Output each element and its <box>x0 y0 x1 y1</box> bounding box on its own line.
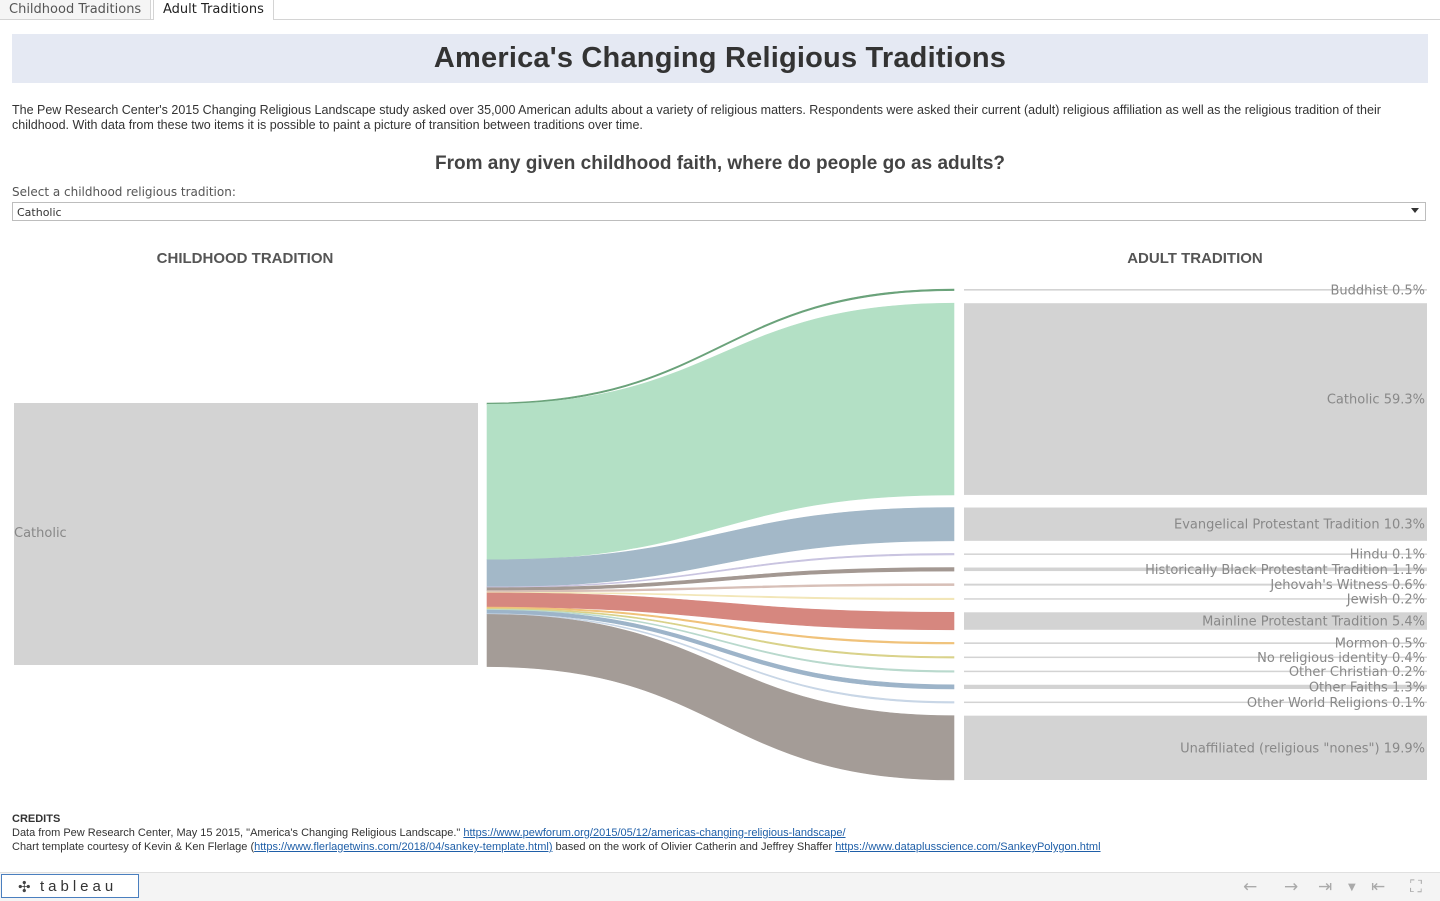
tab-childhood-traditions[interactable]: Childhood Traditions <box>0 0 152 19</box>
select-label: Select a childhood religious tradition: <box>12 185 236 199</box>
tableau-logo[interactable]: ✣ tableau <box>1 874 139 898</box>
target-label: Other Faiths 1.3% <box>1309 680 1425 695</box>
revert-icon[interactable]: ⇥ <box>1318 877 1332 897</box>
childhood-tradition-dropdown[interactable]: Catholic <box>12 202 1426 221</box>
flow-band[interactable] <box>486 614 955 781</box>
target-label: Mormon 0.5% <box>1335 637 1425 652</box>
page-title: America's Changing Religious Traditions <box>433 42 1007 74</box>
pew-link[interactable]: https://www.pewforum.org/2015/05/12/amer… <box>463 827 845 839</box>
credits-text-2b: based on the work of Olivier Catherin an… <box>552 841 836 853</box>
chevron-down-icon[interactable] <box>1411 208 1419 213</box>
credits-line-2: Chart template courtesy of Kevin & Ken F… <box>12 840 1101 854</box>
target-label: Buddhist 0.5% <box>1330 283 1425 298</box>
target-label: Jewish 0.2% <box>1346 592 1425 607</box>
redo-icon[interactable]: → <box>1284 877 1298 897</box>
target-label: Jehovah's Witness 0.6% <box>1269 578 1425 593</box>
tableau-wordmark: tableau <box>40 878 118 895</box>
right-header: ADULT TRADITION <box>1127 250 1263 267</box>
tableau-cross-icon: ✣ <box>18 879 31 896</box>
credits-line-1: Data from Pew Research Center, May 15 20… <box>12 826 1101 840</box>
tab-bar: Childhood Traditions Adult Traditions <box>0 0 1440 20</box>
target-label: Unaffiliated (religious "nones") 19.9% <box>1180 741 1425 756</box>
credits-text-1: Data from Pew Research Center, May 15 20… <box>12 827 464 839</box>
undo-icon[interactable]: ← <box>1243 877 1257 897</box>
footer-toolbar: ✣ tableau ← → ⇥ ▼ ⇤ ⛶ <box>0 872 1440 901</box>
credits: CREDITS Data from Pew Research Center, M… <box>12 812 1101 854</box>
tab-adult-traditions[interactable]: Adult Traditions <box>153 0 274 20</box>
intro-text: The Pew Research Center's 2015 Changing … <box>12 103 1381 132</box>
credits-text-2a: Chart template courtesy of Kevin & Ken F… <box>12 841 255 853</box>
target-label: Catholic 59.3% <box>1327 393 1425 408</box>
target-label: No religious identity 0.4% <box>1257 651 1425 666</box>
target-label: Mainline Protestant Tradition 5.4% <box>1202 615 1425 630</box>
target-label: Other World Religions 0.1% <box>1247 696 1425 711</box>
target-label: Hindu 0.1% <box>1350 548 1425 563</box>
title-band: America's Changing Religious Traditions <box>12 34 1428 83</box>
target-label: Other Christian 0.2% <box>1289 665 1425 680</box>
dropdown-value: Catholic <box>17 206 62 219</box>
source-node[interactable] <box>14 403 478 665</box>
target-label: Evangelical Protestant Tradition 10.3% <box>1174 518 1425 533</box>
target-label: Historically Black Protestant Tradition … <box>1145 563 1425 578</box>
dataplusscience-link[interactable]: https://www.dataplusscience.com/SankeyPo… <box>835 841 1100 853</box>
left-header: CHILDHOOD TRADITION <box>157 250 334 267</box>
flerlage-link[interactable]: https://www.flerlagetwins.com/2018/04/sa… <box>254 841 552 853</box>
reset-icon[interactable]: ⇤ <box>1371 877 1385 897</box>
source-label: Catholic <box>14 526 67 541</box>
fullscreen-icon[interactable]: ⛶ <box>1410 877 1422 897</box>
sankey-chart: CHILDHOOD TRADITION ADULT TRADITION Cathol… <box>14 250 1427 781</box>
share-dropdown-icon[interactable]: ▼ <box>1348 882 1356 893</box>
credits-header: CREDITS <box>12 813 61 825</box>
chart-subtitle: From any given childhood faith, where do… <box>434 153 1006 174</box>
